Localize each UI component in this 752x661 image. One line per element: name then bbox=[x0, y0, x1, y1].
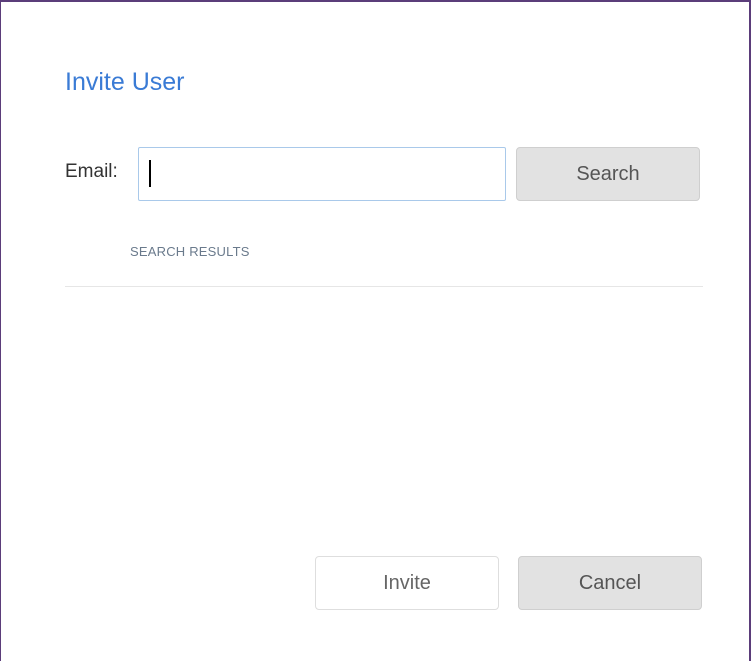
invite-user-dialog: Invite User Email: Search SEARCH RESULTS… bbox=[0, 0, 751, 661]
email-input[interactable] bbox=[138, 147, 506, 201]
email-label: Email: bbox=[65, 161, 118, 182]
cancel-button[interactable]: Cancel bbox=[518, 556, 702, 610]
results-divider bbox=[65, 286, 703, 287]
text-cursor bbox=[149, 160, 151, 187]
search-results-heading: SEARCH RESULTS bbox=[130, 244, 250, 259]
dialog-title: Invite User bbox=[65, 68, 185, 96]
search-results-list bbox=[65, 288, 703, 538]
invite-button[interactable]: Invite bbox=[315, 556, 499, 610]
search-button[interactable]: Search bbox=[516, 147, 700, 201]
